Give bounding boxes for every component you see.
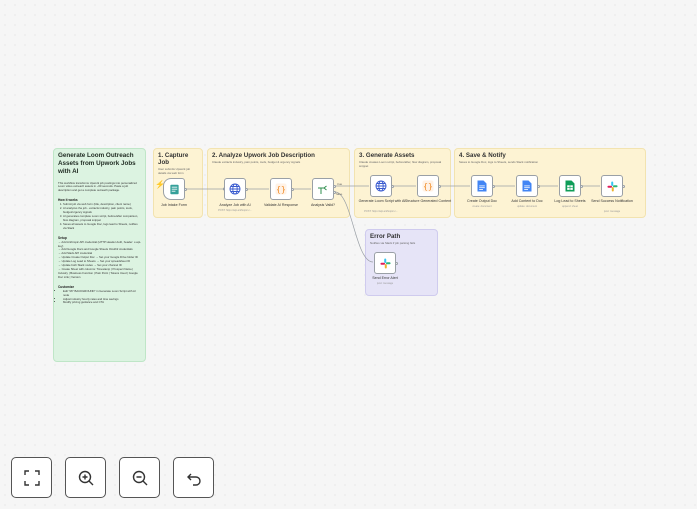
google-docs-icon — [522, 180, 532, 192]
list-item: → Create Sheet with columns: Timestamp |… — [58, 266, 138, 279]
section-description: User submits Upwork job details via web … — [158, 167, 191, 175]
node-subtitle: post: message — [376, 282, 394, 285]
node-label: Job Intake Form — [161, 203, 187, 207]
node-label: Structure Generated Content — [404, 199, 452, 203]
send-error-alert-node[interactable] — [374, 252, 396, 274]
section-title: 3. Generate Assets — [359, 152, 415, 159]
job-intake-form-node[interactable] — [163, 178, 185, 200]
output-handle[interactable] — [291, 187, 294, 191]
undo-button[interactable] — [173, 457, 214, 498]
output-handle[interactable] — [580, 184, 583, 188]
validate-ai-response-node[interactable]: {} — [270, 178, 292, 200]
section-title: 2. Analyze Upwork Job Description — [212, 152, 315, 159]
output-handle[interactable] — [492, 184, 495, 188]
section-title: 4. Save & Notify — [459, 152, 506, 159]
setup-list: → Add Anthropic API credential (HTTP Hea… — [58, 240, 141, 280]
google-docs-icon — [477, 180, 487, 192]
fit-view-button[interactable] — [11, 457, 52, 498]
node-subtitle: POST: https://api.anthropic.c... — [364, 210, 398, 213]
section-title: Error Path — [370, 233, 401, 240]
create-output-doc-node[interactable] — [471, 175, 493, 197]
how-it-works-list: Submit job via web form (title, descript… — [58, 202, 141, 231]
section-title: 1. Capture Job — [158, 152, 189, 166]
list-item: Modify pricing guidance and CTA — [63, 301, 141, 305]
code-braces-icon: {} — [275, 183, 287, 195]
globe-icon — [375, 180, 387, 192]
node-label: Send Error Alert — [372, 276, 398, 280]
slack-icon — [606, 180, 618, 192]
node-subtitle: POST: https://api.anthropic.c... — [218, 209, 252, 212]
zoom-out-button[interactable] — [119, 457, 160, 498]
false-edge-label: false — [336, 192, 343, 196]
section-description: Notifies via Slack if job parsing fails — [370, 241, 416, 245]
output-handle[interactable] — [245, 187, 248, 191]
output-handle[interactable] — [438, 184, 441, 188]
output-handle[interactable] — [622, 184, 625, 188]
section-description: Claude creates Loom script, before/after… — [359, 160, 442, 168]
google-sheets-icon — [565, 180, 575, 192]
zoom-in-button[interactable] — [65, 457, 106, 498]
overview-sticky-note[interactable]: Generate Loom Outreach Assets from Upwor… — [53, 148, 146, 362]
form-icon — [169, 184, 179, 194]
section-description: Claude extracts industry, pain points, t… — [212, 160, 301, 164]
zoom-out-icon — [132, 470, 147, 485]
svg-text:{}: {} — [423, 182, 433, 191]
output-handle[interactable] — [391, 184, 394, 188]
generate-loom-script-node[interactable] — [370, 175, 392, 197]
send-success-notification-node[interactable] — [601, 175, 623, 197]
undo-icon — [186, 473, 201, 486]
zoom-in-icon — [78, 470, 93, 485]
true-edge-label: true — [337, 182, 343, 186]
globe-icon — [229, 183, 241, 195]
analysis-valid-node[interactable] — [312, 178, 334, 200]
trigger-bolt-icon: ⚡ — [155, 180, 165, 189]
node-subtitle: append: sheet — [562, 205, 578, 208]
structure-content-node[interactable]: {} — [417, 175, 439, 197]
overview-title: Generate Loom Outreach Assets from Upwor… — [58, 152, 136, 175]
analyze-job-node[interactable] — [224, 178, 246, 200]
log-lead-to-sheets-node[interactable] — [559, 175, 581, 197]
output-handle[interactable] — [333, 184, 336, 188]
add-content-to-doc-node[interactable] — [516, 175, 538, 197]
output-handle[interactable] — [537, 184, 540, 188]
customize-list: Edit "MY BACKGROUND" in Generate Loom Sc… — [58, 289, 141, 306]
output-handle[interactable] — [395, 261, 398, 265]
svg-text:{}: {} — [276, 185, 286, 194]
slack-icon — [379, 257, 391, 269]
node-label: Send Success Notification — [591, 199, 633, 203]
list-item: Saves all assets to Google Doc, logs lea… — [63, 222, 141, 231]
output-handle[interactable] — [184, 187, 187, 191]
node-subtitle: post: message — [603, 210, 621, 213]
output-handle[interactable] — [333, 190, 336, 194]
overview-intro: This workflow transforms Upwork job post… — [58, 180, 137, 193]
code-braces-icon: {} — [422, 180, 434, 192]
if-condition-icon — [318, 185, 327, 194]
fit-view-icon — [23, 469, 40, 486]
node-label: Analysis Valid? — [310, 203, 336, 207]
section-description: Saves to Google Doc, logs to Sheets, sen… — [459, 160, 539, 164]
